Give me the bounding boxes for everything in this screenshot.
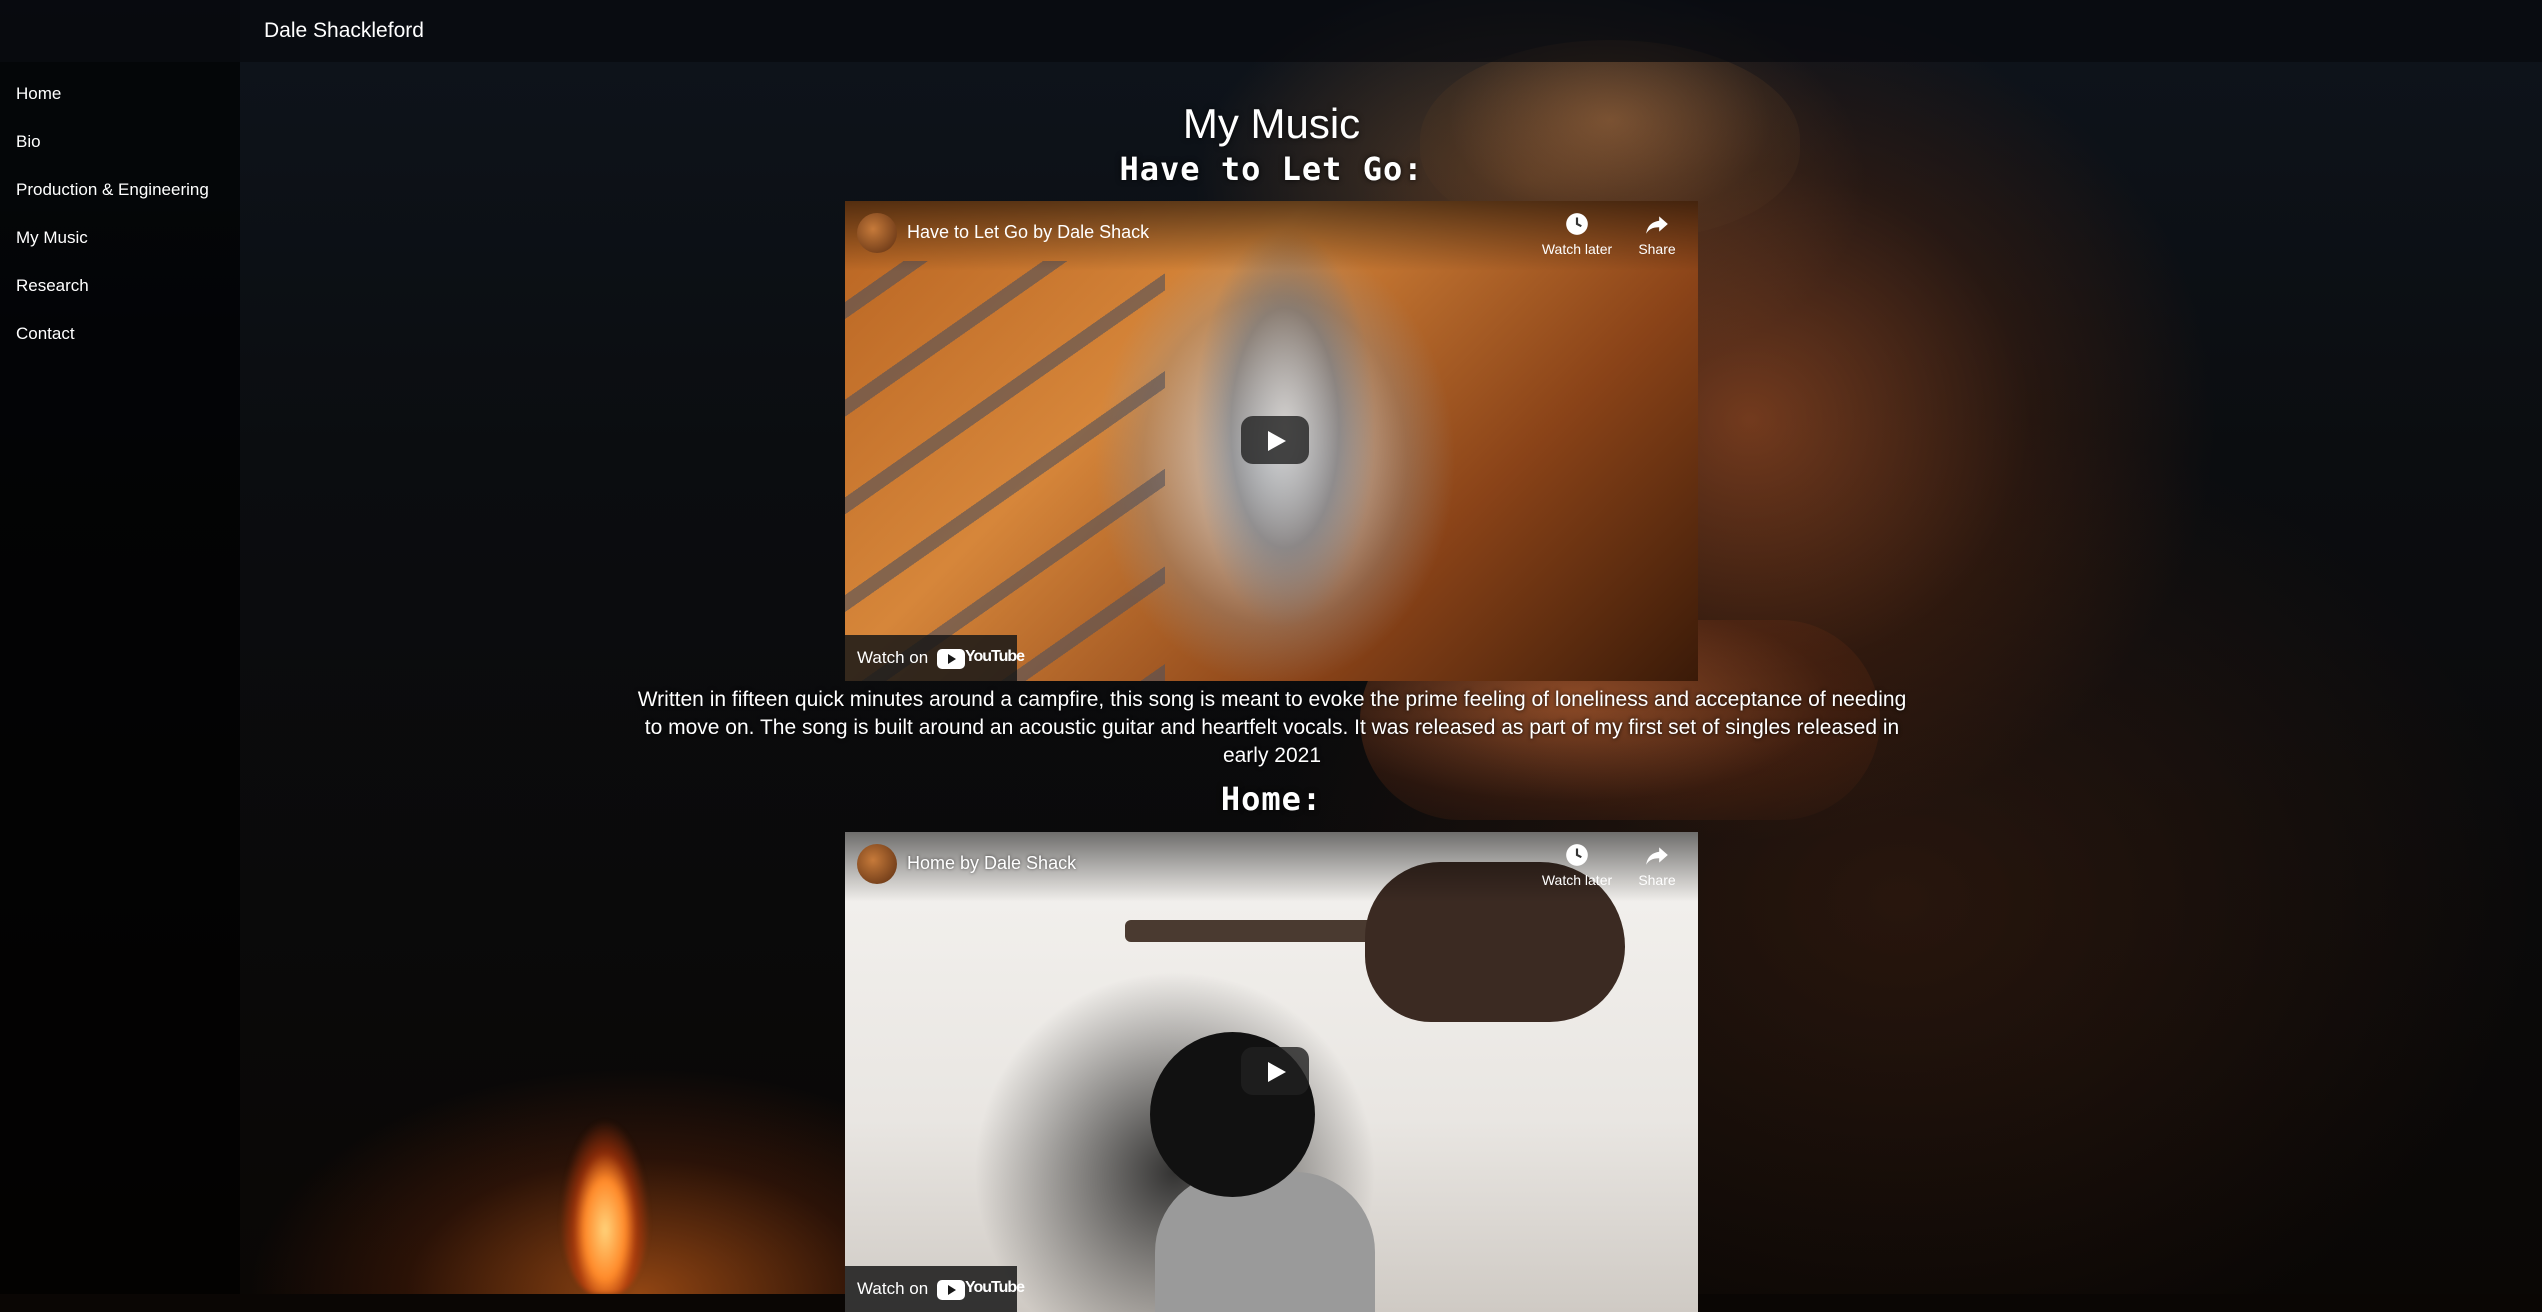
share-button[interactable]: Share: [1617, 211, 1697, 257]
video-title-link[interactable]: Have to Let Go by Dale Shack: [907, 222, 1149, 243]
watch-on-label: Watch on: [857, 1279, 929, 1298]
sidebar-item-production-engineering[interactable]: Production & Engineering: [16, 180, 209, 200]
clock-icon: [1566, 213, 1588, 235]
video-thumbnail-person: [1155, 1172, 1375, 1312]
watch-on-youtube-button[interactable]: Watch on YouTube: [845, 1266, 1025, 1312]
watch-on-label: Watch on: [857, 648, 929, 667]
youtube-wordmark: YouTube: [965, 1279, 1025, 1296]
channel-avatar[interactable]: [857, 844, 897, 884]
youtube-logo-icon: [937, 649, 965, 669]
top-navbar: Dale Shackleford: [0, 0, 2542, 62]
share-label: Share: [1638, 872, 1676, 888]
video-thumbnail-stairs: [845, 261, 1165, 681]
song-title-have-to-let-go: Have to Let Go:: [1119, 150, 1424, 188]
sidebar-item-my-music[interactable]: My Music: [16, 228, 88, 248]
page-title: My Music: [1182, 100, 1361, 147]
sidebar-item-research[interactable]: Research: [16, 276, 89, 296]
share-arrow-icon: [1646, 847, 1668, 865]
play-icon[interactable]: [1241, 416, 1309, 464]
video-header: Home by Dale Shack Watch later Share: [845, 832, 1698, 902]
clock-icon: [1566, 844, 1588, 866]
background-flame: [560, 1080, 650, 1294]
watch-later-button[interactable]: Watch later: [1537, 211, 1617, 257]
watch-later-label: Watch later: [1541, 872, 1613, 888]
video-thumbnail-guitar-neck: [1125, 920, 1385, 942]
video-title-link[interactable]: Home by Dale Shack: [907, 853, 1076, 874]
video-player-have-to-let-go[interactable]: Have to Let Go by Dale Shack Watch later…: [845, 201, 1698, 681]
youtube-logo-icon: [937, 1280, 965, 1300]
sidebar-item-bio[interactable]: Bio: [16, 132, 41, 152]
video-player-home[interactable]: Home by Dale Shack Watch later Share Wat…: [845, 832, 1698, 1312]
channel-avatar[interactable]: [857, 213, 897, 253]
brand-link[interactable]: Dale Shackleford: [264, 19, 424, 43]
watch-later-button[interactable]: Watch later: [1537, 842, 1617, 888]
play-icon[interactable]: [1241, 1047, 1309, 1095]
video-header: Have to Let Go by Dale Shack Watch later…: [845, 201, 1698, 271]
song-description-have-to-let-go: Written in fifteen quick minutes around …: [637, 688, 1907, 767]
share-arrow-icon: [1646, 216, 1668, 234]
sidebar-nav: Home Bio Production & Engineering My Mus…: [0, 62, 240, 1294]
song-title-home: Home:: [1220, 780, 1323, 818]
share-label: Share: [1638, 241, 1676, 257]
youtube-wordmark: YouTube: [965, 648, 1025, 665]
sidebar-item-home[interactable]: Home: [16, 84, 61, 104]
sidebar-item-contact[interactable]: Contact: [16, 324, 75, 344]
watch-later-label: Watch later: [1541, 241, 1613, 257]
share-button[interactable]: Share: [1617, 842, 1697, 888]
watch-on-youtube-button[interactable]: Watch on YouTube: [845, 635, 1025, 681]
